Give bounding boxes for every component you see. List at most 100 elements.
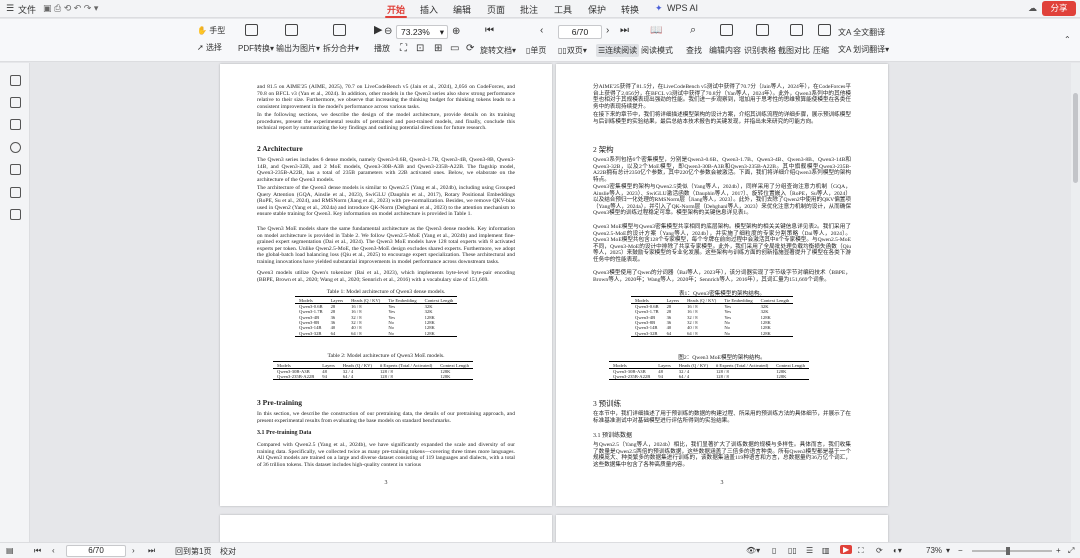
first-page-icon[interactable]: ⏮ (485, 25, 494, 36)
theme-icon[interactable]: ◐▾ (893, 546, 902, 555)
table-header-cell: Context Length (756, 296, 794, 304)
play-button[interactable]: 播放 (374, 43, 390, 54)
paragraph: and 81.5 on AIME'25 (AIME, 2025), 70.7 o… (257, 84, 515, 110)
table-cell: 64 (662, 330, 684, 337)
back-to-first-button[interactable]: 回到第1页 (175, 546, 211, 557)
double-page-button[interactable]: ▯▯双页▾ (558, 45, 587, 56)
translate-all-button[interactable]: 文A 全文翻译 (838, 27, 885, 38)
tab-page[interactable]: 页面 (487, 3, 505, 16)
wps-ai-button[interactable]: WPS AI (667, 3, 698, 13)
select-tool-button[interactable]: ➚ 选择 (197, 42, 222, 53)
share-button[interactable]: 分享 (1042, 1, 1076, 16)
table-header-cell: Heads (Q / KV) (683, 296, 721, 304)
zoom-level[interactable]: 73% (926, 546, 942, 555)
pdf-convert-button[interactable]: PDF转换▾ (238, 43, 274, 54)
fit-icon[interactable]: ⛶ (858, 546, 864, 556)
fullscreen-icon[interactable]: ⤢ (1068, 546, 1074, 556)
wps-ai-icon[interactable]: ✦ (655, 3, 663, 14)
prev-page-icon[interactable]: ‹ (540, 25, 543, 36)
find-button[interactable]: 查找 (686, 45, 702, 56)
export-image-button[interactable]: 输出为图片▾ (276, 43, 320, 54)
hand-label: 手型 (209, 26, 226, 35)
status-page-input[interactable]: 6/70 (66, 545, 126, 557)
paragraph: Compared with Qwen2.5 (Yang et al., 2024… (257, 442, 515, 468)
scrollbar-thumb[interactable] (1073, 93, 1078, 183)
table-header-cell: # Experts (Total / Activated) (711, 361, 773, 369)
sidebar-toggle-icon[interactable]: ▤ (6, 546, 14, 555)
collapse-ribbon-icon[interactable]: ⌃ (1064, 35, 1071, 44)
tab-start[interactable]: 开始 (384, 3, 408, 18)
rotate-button[interactable]: 旋转文档▾ (480, 45, 516, 56)
continuous-view-icon[interactable]: ☰ (806, 546, 813, 555)
image-export-icon (285, 24, 298, 36)
tab-edit[interactable]: 编辑 (453, 3, 471, 16)
ocr-table-button[interactable]: 识别表格 (744, 45, 776, 56)
tab-comment[interactable]: 批注 (520, 3, 538, 16)
play-icon: ▶ (374, 24, 383, 36)
zoom-dropdown-icon[interactable]: ▾ (946, 546, 950, 555)
attachment-icon[interactable] (10, 164, 21, 175)
single-view-icon[interactable]: ▯ (772, 546, 776, 555)
hand-tool-button[interactable]: ✋ 手型 (197, 25, 225, 36)
rotate-icon[interactable]: ⟳ (876, 546, 883, 555)
tab-tools[interactable]: 工具 (554, 3, 572, 16)
outline-icon[interactable] (10, 75, 21, 86)
tab-convert[interactable]: 转换 (621, 3, 639, 16)
zoom-slider-handle[interactable] (1006, 547, 1010, 555)
zoom-in-icon[interactable]: + (1056, 546, 1061, 555)
paragraph: The Qwen3 series includes 6 dense models… (257, 157, 515, 183)
bookmark-icon[interactable] (10, 119, 21, 130)
screen-icon[interactable]: ▭ (450, 43, 459, 54)
zoom-in-icon[interactable]: ⊕ (452, 26, 460, 37)
play-icon[interactable]: ▶ (840, 545, 853, 554)
menu-icon[interactable]: ☰ (6, 3, 14, 14)
file-menu[interactable]: 文件 (18, 3, 36, 16)
last-page-icon[interactable]: ⏭ (620, 25, 629, 36)
next-page-icon[interactable]: › (132, 546, 135, 555)
table-cell: No (720, 330, 757, 337)
tab-protect[interactable]: 保护 (588, 3, 606, 16)
compress-button[interactable]: 压缩 (813, 45, 829, 56)
double-view-icon[interactable]: ▯▯ (788, 546, 797, 555)
book-view-icon[interactable]: ▥ (822, 546, 830, 555)
split-merge-button[interactable]: 拆分合并▾ (323, 43, 359, 54)
proof-button[interactable]: 校对 (220, 546, 236, 557)
pdf-convert-icon (245, 24, 258, 36)
translate-word-button[interactable]: 文A 划词翻译▾ (838, 44, 889, 55)
first-page-icon[interactable]: ⏮ (34, 546, 41, 556)
zoom-value: 73.23% (401, 27, 430, 37)
paragraph: 分AIME'25获得了81.5分，在LiveCodeBench v5测试中获得了… (593, 84, 851, 110)
edit-content-button[interactable]: 编辑内容 (709, 45, 741, 56)
read-mode-button[interactable]: 阅读模式 (641, 45, 673, 56)
next-page-icon[interactable]: › (606, 25, 609, 36)
single-page-button[interactable]: ▯单页 (526, 45, 546, 56)
translate-word-icon: 文A (838, 45, 851, 54)
vertical-scrollbar[interactable] (1071, 63, 1080, 542)
layers-icon[interactable] (10, 209, 21, 220)
pdf-page-left: and 81.5 on AIME'25 (AIME, 2025), 70.7 o… (220, 64, 552, 506)
ocr-table-label: 识别表格 (744, 46, 776, 55)
quick-access-icons[interactable]: ▣ ⎙ ⟲ ↶ ↷ ▾ (43, 3, 98, 14)
eye-icon[interactable]: 👁▾ (746, 546, 760, 555)
page-number-input[interactable]: 6/70 (558, 25, 602, 39)
actual-size-icon[interactable]: ⊞ (434, 43, 442, 54)
table-row: Qwen3-32B 64 64 / 8 No 128K (295, 330, 458, 337)
table-caption: 图2：Qwen3 MoE模型的架构结构。 (678, 355, 766, 361)
zoom-input[interactable]: 73.23% ▾ (396, 25, 448, 39)
zoom-out-icon[interactable]: − (958, 546, 963, 555)
zoom-out-icon[interactable]: ⊖ (384, 26, 392, 37)
paragraph: Qwen3 models utilize Qwen's tokenizer (B… (257, 270, 515, 283)
signature-icon[interactable] (10, 187, 21, 198)
thumbnail-icon[interactable] (10, 97, 21, 108)
cloud-icon[interactable]: ☁ (1028, 3, 1037, 14)
tab-insert[interactable]: 插入 (420, 3, 438, 16)
fit-page-icon[interactable]: ⛶ (400, 43, 407, 54)
fit-width-icon[interactable]: ⊡ (416, 43, 424, 54)
prev-page-icon[interactable]: ‹ (52, 546, 55, 555)
comment-icon[interactable] (10, 142, 21, 153)
screenshot-compare-button[interactable]: 截图对比 (778, 45, 810, 56)
continuous-read-button[interactable]: ☰连续阅读 (596, 44, 640, 57)
last-page-icon[interactable]: ⏭ (148, 546, 155, 556)
zoom-slider[interactable] (972, 550, 1052, 552)
title-bar: ☰ 文件 ▣ ⎙ ⟲ ↶ ↷ ▾ 开始 插入 编辑 页面 批注 工具 保护 转换… (0, 0, 1080, 18)
